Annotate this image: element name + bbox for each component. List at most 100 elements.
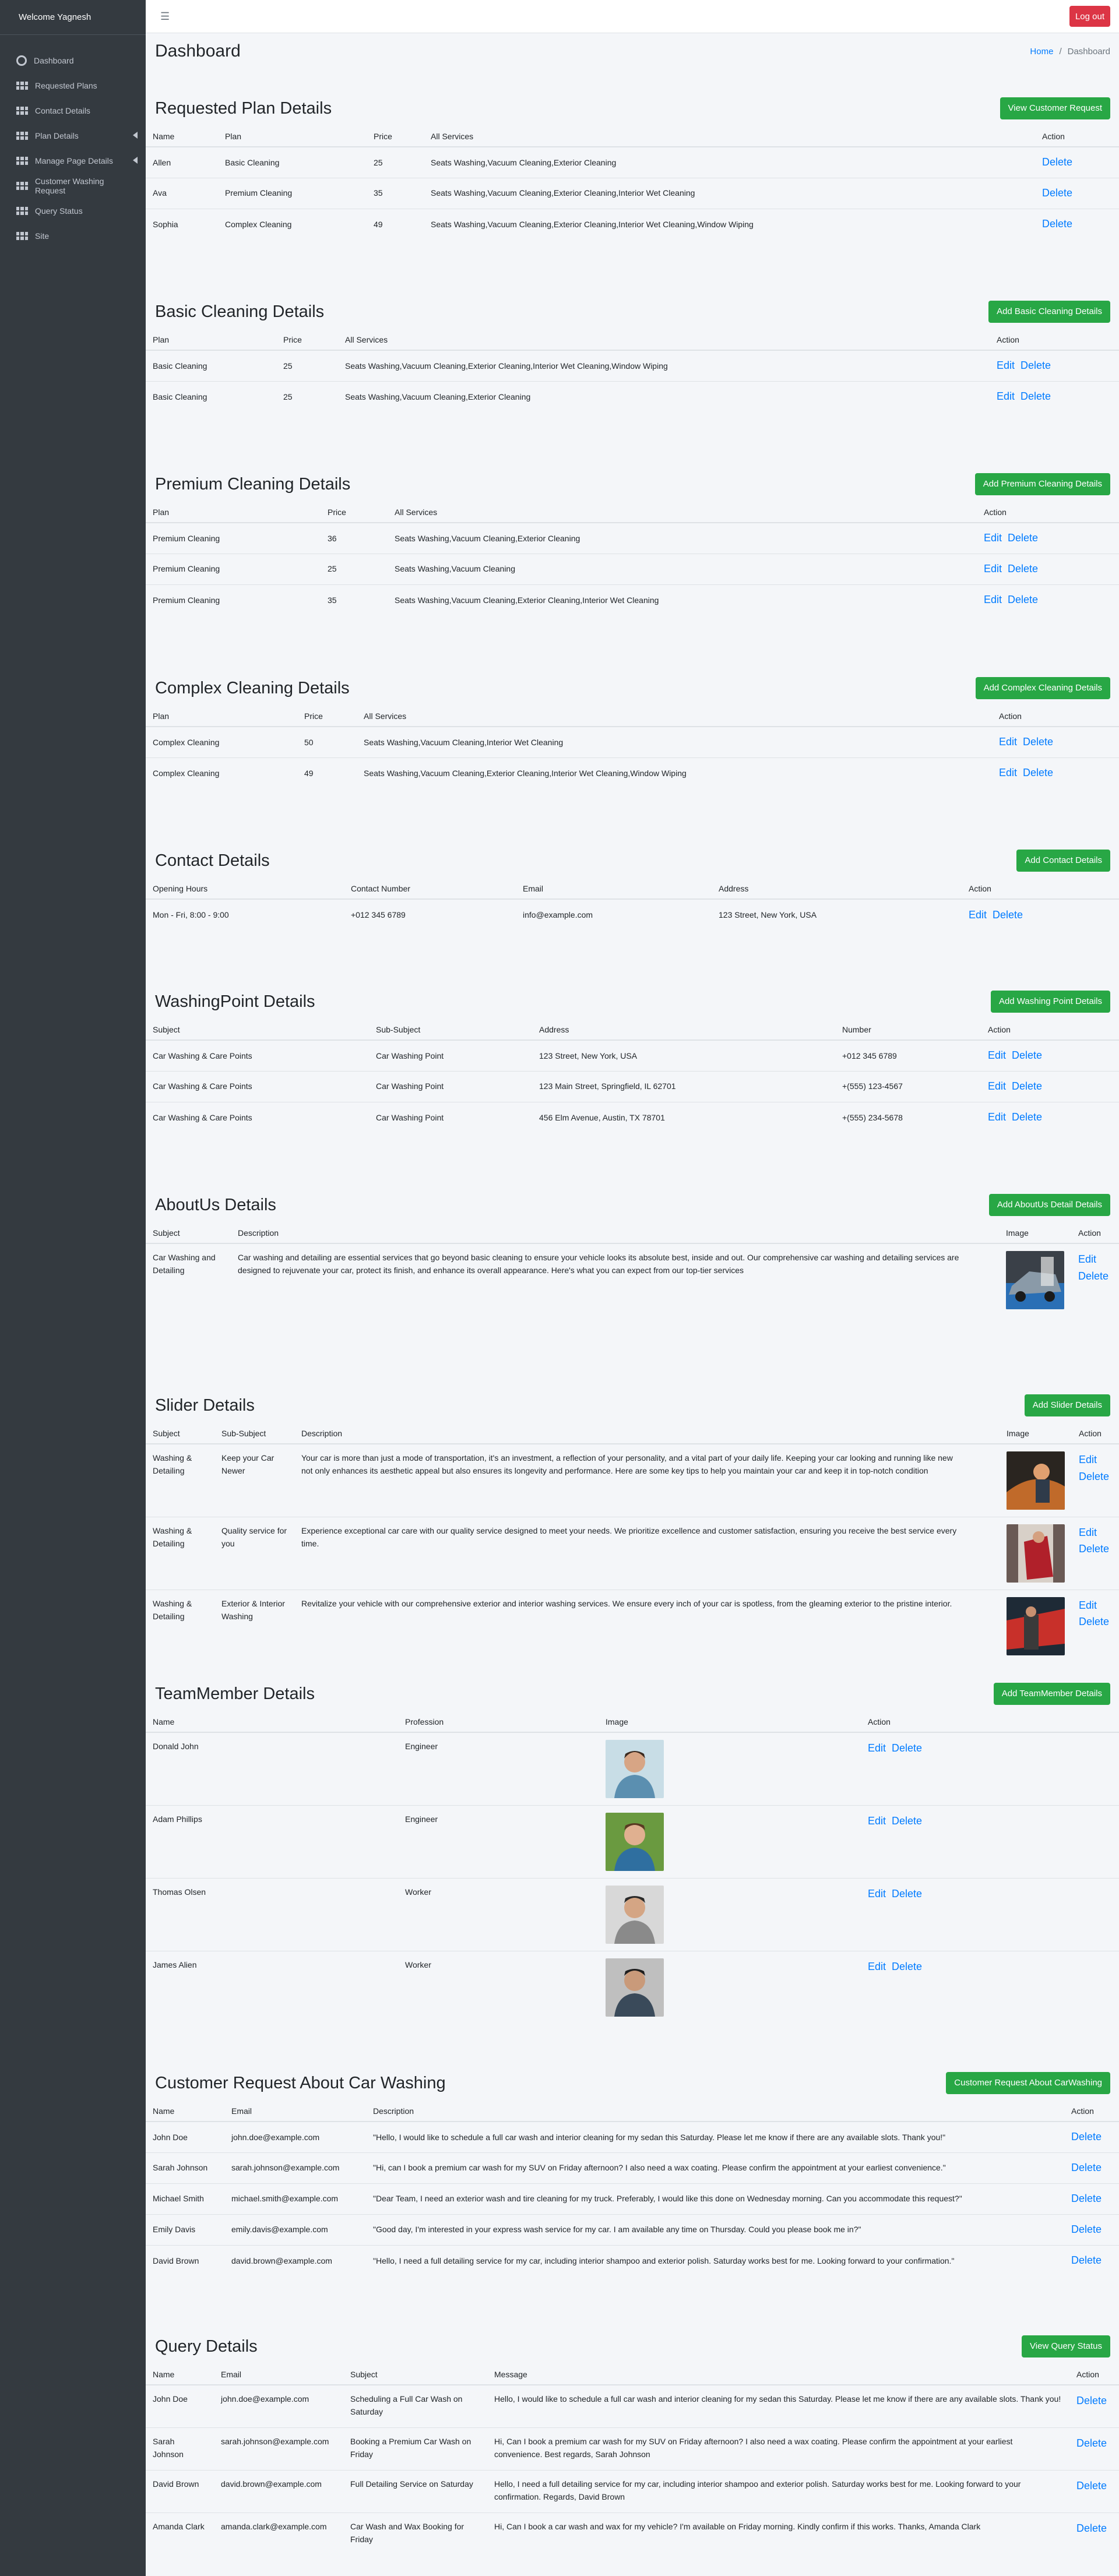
table-row: Adam Phillips Engineer Edit Delete	[146, 1805, 1119, 1878]
delete-link[interactable]: Delete	[1071, 2193, 1102, 2204]
view-customer-request-button[interactable]: View Customer Request	[1000, 97, 1110, 119]
delete-link[interactable]: Delete	[1076, 2480, 1107, 2492]
sidebar-item-customer-washing-request[interactable]: Customer Washing Request	[0, 173, 146, 198]
edit-link[interactable]: Edit	[999, 767, 1017, 778]
delete-link[interactable]: Delete	[1042, 156, 1072, 168]
section-title: Basic Cleaning Details	[155, 302, 325, 321]
column-header: Number	[835, 1019, 981, 1041]
delete-link[interactable]: Delete	[1023, 736, 1053, 748]
edit-link[interactable]: Edit	[868, 1815, 886, 1827]
edit-link[interactable]: Edit	[988, 1049, 1006, 1061]
delete-link[interactable]: Delete	[892, 1888, 922, 1900]
edit-link[interactable]: Edit	[1079, 1451, 1106, 1468]
delete-link[interactable]: Delete	[1076, 2522, 1107, 2534]
delete-link[interactable]: Delete	[1076, 2437, 1107, 2449]
column-header: Sub-Subject	[214, 1423, 294, 1444]
table-row: Car Washing & Care Points Car Washing Poi…	[146, 1070, 1119, 1102]
edit-link[interactable]: Edit	[868, 1961, 886, 1972]
delete-link[interactable]: Delete	[1008, 563, 1038, 575]
delete-link[interactable]: Delete	[1008, 594, 1038, 605]
hamburger-menu-icon[interactable]: ☰	[160, 10, 170, 23]
edit-link[interactable]: Edit	[999, 736, 1017, 748]
edit-link[interactable]: Edit	[1079, 1524, 1106, 1541]
logout-button[interactable]: Log out	[1069, 6, 1110, 27]
delete-link[interactable]: Delete	[1071, 2162, 1102, 2173]
sidebar-item-contact-details[interactable]: Contact Details	[0, 98, 146, 123]
edit-link[interactable]: Edit	[868, 1888, 886, 1900]
delete-link[interactable]: Delete	[1071, 2254, 1102, 2266]
cell: Hello, I would like to schedule a full c…	[487, 2384, 1069, 2427]
delete-link[interactable]: Delete	[1021, 390, 1051, 402]
delete-link[interactable]: Delete	[892, 1742, 922, 1754]
delete-link[interactable]: Delete	[1079, 1613, 1112, 1630]
cell: Basic Cleaning	[218, 146, 367, 178]
column-header: Contact Number	[344, 878, 516, 900]
sidebar-item-site[interactable]: Site	[0, 223, 146, 248]
add-premium-cleaning-button[interactable]: Add Premium Cleaning Details	[974, 473, 1110, 495]
cell: Seats Washing,Vacuum Cleaning,Exterior C…	[424, 177, 1035, 209]
delete-link[interactable]: Delete	[1078, 1268, 1112, 1285]
delete-link[interactable]: Delete	[1012, 1080, 1042, 1092]
delete-link[interactable]: Delete	[892, 1815, 922, 1827]
customer-request-button[interactable]: Customer Request About CarWashing	[946, 2072, 1110, 2094]
sidebar-item-manage-page-details[interactable]: Manage Page Details	[0, 148, 146, 173]
column-header: Address	[532, 1019, 835, 1041]
slider-section: Slider Details Add Slider Details Subjec…	[146, 1388, 1119, 1662]
column-header: Action	[981, 1019, 1119, 1041]
table-row: David Brown david.brown@example.com "Hello…	[146, 2244, 1119, 2276]
delete-link[interactable]: Delete	[1071, 2131, 1102, 2142]
delete-link[interactable]: Delete	[1012, 1111, 1042, 1123]
view-query-status-button[interactable]: View Query Status	[1022, 2335, 1110, 2357]
sidebar-item-dashboard[interactable]: Dashboard	[0, 48, 146, 73]
edit-link[interactable]: Edit	[984, 594, 1002, 605]
add-basic-cleaning-button[interactable]: Add Basic Cleaning Details	[988, 301, 1110, 323]
edit-link[interactable]: Edit	[984, 563, 1002, 575]
delete-link[interactable]: Delete	[1023, 767, 1053, 778]
cell: david.brown@example.com	[214, 2469, 343, 2512]
edit-link[interactable]: Edit	[1079, 1597, 1106, 1614]
cell: amanda.clark@example.com	[214, 2512, 343, 2555]
sidebar-item-plan-details[interactable]: Plan Details	[0, 123, 146, 148]
delete-link[interactable]: Delete	[892, 1961, 922, 1972]
edit-link[interactable]: Edit	[997, 360, 1015, 371]
breadcrumb-home-link[interactable]: Home	[1030, 47, 1053, 57]
edit-link[interactable]: Edit	[969, 909, 987, 921]
cell: Washing & Detailing	[146, 1589, 214, 1662]
edit-link[interactable]: Edit	[988, 1111, 1006, 1123]
delete-link[interactable]: Delete	[1012, 1049, 1042, 1061]
column-header: Description	[294, 1423, 1000, 1444]
cell: sarah.johnson@example.com	[224, 2152, 366, 2183]
add-aboutus-button[interactable]: Add AboutUs Detail Details	[988, 1194, 1110, 1216]
edit-link[interactable]: Edit	[984, 532, 1002, 544]
sidebar-item-requested-plans[interactable]: Requested Plans	[0, 73, 146, 98]
sidebar-item-query-status[interactable]: Query Status	[0, 198, 146, 223]
delete-link[interactable]: Delete	[1079, 1541, 1112, 1557]
add-teammember-button[interactable]: Add TeamMember Details	[993, 1683, 1110, 1705]
delete-link[interactable]: Delete	[1076, 2395, 1107, 2406]
cell: "Hello, I would like to schedule a full …	[366, 2121, 1064, 2152]
edit-link[interactable]: Edit	[868, 1742, 886, 1754]
delete-link[interactable]: Delete	[1008, 532, 1038, 544]
cell: Premium Cleaning	[146, 584, 321, 615]
cell: 456 Elm Avenue, Austin, TX 78701	[532, 1101, 835, 1133]
delete-link[interactable]: Delete	[1042, 187, 1072, 199]
edit-link[interactable]: Edit	[988, 1080, 1006, 1092]
add-slider-button[interactable]: Add Slider Details	[1024, 1394, 1110, 1416]
edit-link[interactable]: Edit	[1078, 1251, 1106, 1268]
delete-link[interactable]: Delete	[1079, 1468, 1112, 1485]
add-contact-details-button[interactable]: Add Contact Details	[1016, 850, 1110, 872]
delete-link[interactable]: Delete	[1071, 2223, 1102, 2235]
column-header: All Services	[357, 706, 992, 727]
aboutus-section: AboutUs Details Add AboutUs Detail Detai…	[146, 1187, 1119, 1318]
breadcrumb: Home / Dashboard	[1030, 47, 1110, 57]
delete-link[interactable]: Delete	[1042, 218, 1072, 230]
cell: Seats Washing,Vacuum Cleaning,Exterior C…	[338, 380, 990, 412]
table-row: David Brown david.brown@example.com Full D…	[146, 2469, 1119, 2512]
cell: Complex Cleaning	[218, 208, 367, 239]
add-washing-point-button[interactable]: Add Washing Point Details	[990, 991, 1110, 1013]
delete-link[interactable]: Delete	[993, 909, 1023, 921]
delete-link[interactable]: Delete	[1021, 360, 1051, 371]
sidebar-nav: Dashboard Requested Plans Contact Detail…	[0, 35, 146, 248]
edit-link[interactable]: Edit	[997, 390, 1015, 402]
add-complex-cleaning-button[interactable]: Add Complex Cleaning Details	[975, 677, 1110, 699]
